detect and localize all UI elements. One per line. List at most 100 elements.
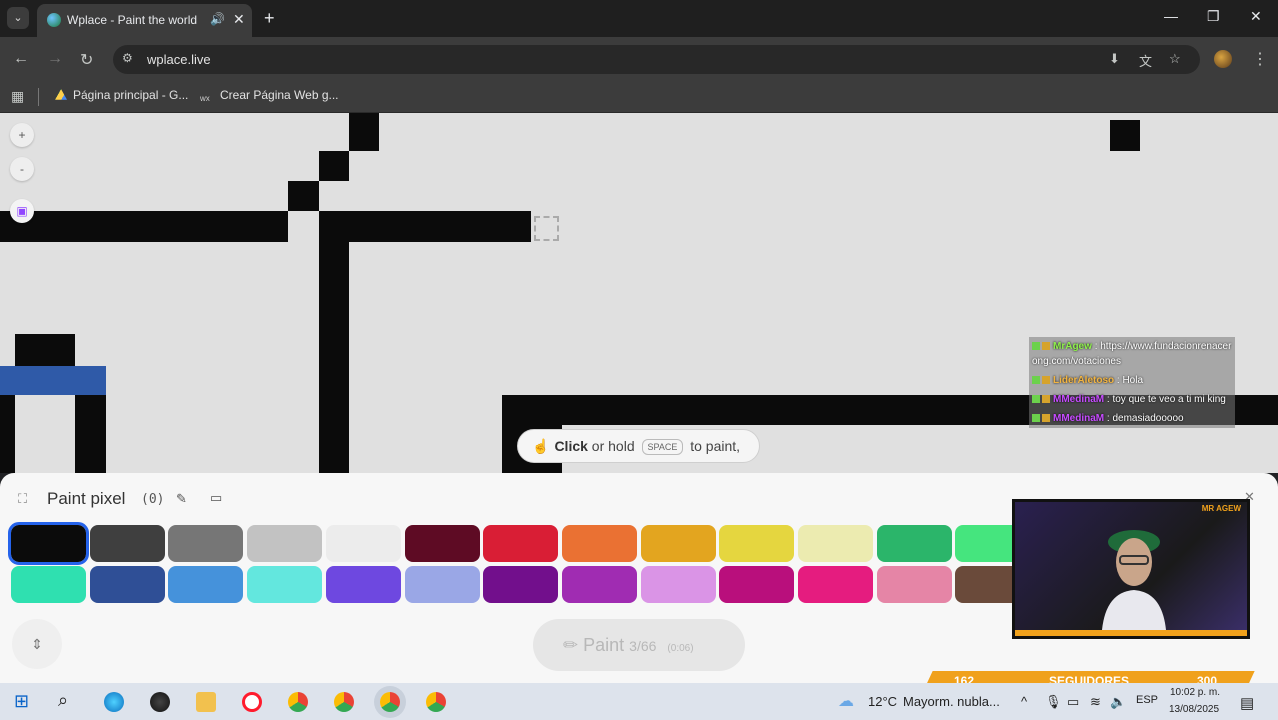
weather-desc[interactable]: Mayorm. nubla... <box>903 694 1000 709</box>
color-swatch[interactable] <box>719 566 795 603</box>
color-swatch[interactable] <box>404 566 480 603</box>
clock-date[interactable]: 13/08/2025 <box>1169 704 1219 715</box>
chat-user: MMedinaM <box>1053 413 1105 424</box>
restore-icon[interactable]: ❐ <box>1207 8 1220 25</box>
pixel-line <box>0 395 15 473</box>
wifi-icon[interactable]: ≋ <box>1090 694 1101 710</box>
bookmark-item-2[interactable]: wx Crear Página Web g... <box>200 88 339 106</box>
pixel-block <box>288 181 319 211</box>
streamer-silhouette <box>1102 530 1166 630</box>
active-tab[interactable]: Wplace - Paint the world 🔊 ✕ <box>37 4 252 37</box>
clock-time[interactable]: 10:02 p. m. <box>1170 687 1220 698</box>
hint-bold: Click <box>554 438 588 454</box>
opera-icon[interactable] <box>242 692 262 712</box>
audio-playing-icon[interactable]: 🔊 <box>210 12 225 26</box>
color-swatch[interactable] <box>798 525 873 562</box>
color-swatch[interactable] <box>325 525 401 562</box>
color-swatch[interactable] <box>483 525 559 562</box>
pixel-block <box>319 151 349 181</box>
color-swatch[interactable] <box>404 525 480 562</box>
back-icon[interactable]: ← <box>13 50 29 68</box>
kick-badge-icon <box>1032 342 1040 350</box>
pixel-line <box>319 242 349 473</box>
zoom-in-button[interactable]: + <box>10 123 34 147</box>
volume-icon[interactable]: 🔈 <box>1110 694 1126 710</box>
profile-avatar[interactable] <box>1214 50 1232 68</box>
color-swatch[interactable] <box>247 525 323 562</box>
notifications-icon[interactable]: ▤ <box>1240 694 1254 712</box>
color-swatch[interactable] <box>483 566 559 603</box>
url-text[interactable]: wplace.live <box>147 52 211 67</box>
color-swatch[interactable] <box>168 525 244 562</box>
install-app-icon[interactable]: ⬇ <box>1109 51 1120 67</box>
pixel-line <box>319 211 531 242</box>
color-swatch[interactable] <box>719 525 795 562</box>
chat-message: MMedinaM : toy que te veo a ti mi king <box>1029 390 1235 409</box>
windows-start-icon[interactable]: ⊞ <box>14 691 29 712</box>
eraser-icon[interactable]: ▭ <box>210 490 222 506</box>
color-swatch[interactable] <box>561 525 637 562</box>
file-explorer-icon[interactable] <box>196 692 216 712</box>
color-swatch[interactable] <box>876 566 952 603</box>
pixel-block <box>349 113 379 151</box>
pencil-icon[interactable]: ✎ <box>176 491 187 507</box>
paint-button[interactable]: ✏ Paint 3/66 (0:06) <box>533 619 745 671</box>
color-swatch[interactable] <box>325 566 401 603</box>
close-tab-icon[interactable]: ✕ <box>233 11 245 28</box>
chrome-icon[interactable] <box>380 692 400 712</box>
forward-icon[interactable]: → <box>47 50 63 68</box>
bookmark-star-icon[interactable]: ☆ <box>1169 51 1181 67</box>
color-swatch[interactable] <box>640 566 716 603</box>
color-swatch[interactable] <box>640 525 716 562</box>
weather-temp[interactable]: 12°C <box>868 694 897 709</box>
chat-message: LiderAletoso : Hola <box>1029 371 1235 390</box>
color-swatch[interactable] <box>247 566 323 603</box>
language-indicator[interactable]: ESP <box>1136 694 1158 706</box>
chat-text: : Hola <box>1116 375 1144 386</box>
translate-icon[interactable]: 文 <box>1139 51 1152 70</box>
panel-title: Paint pixel <box>47 489 126 508</box>
tab-search-button[interactable]: ⌄ <box>7 7 29 29</box>
kick-badge-icon <box>1032 395 1040 403</box>
browser-menu-icon[interactable]: ⋮ <box>1252 49 1268 69</box>
zoom-out-button[interactable]: - <box>10 157 34 181</box>
apps-grid-icon[interactable]: ▦ <box>11 88 24 105</box>
chrome-icon[interactable] <box>334 692 354 712</box>
navigation-bar: ← → ↻ ⚙ wplace.live ⬇ 文 ☆ <box>0 37 1278 82</box>
chrome-icon[interactable] <box>288 692 308 712</box>
chrome-icon[interactable] <box>426 692 446 712</box>
site-info-icon[interactable]: ⚙ <box>122 51 133 65</box>
edge-icon[interactable] <box>104 692 124 712</box>
color-swatch[interactable] <box>8 522 89 565</box>
battery-icon[interactable]: ▭ <box>1067 694 1079 710</box>
chevron-up-icon[interactable]: ^ <box>1021 694 1027 709</box>
expand-palette-button[interactable]: ⇕ <box>12 619 62 669</box>
color-swatch[interactable] <box>11 566 86 603</box>
bookmark-label: Crear Página Web g... <box>220 88 339 102</box>
reload-icon[interactable]: ↻ <box>80 50 93 70</box>
fullscreen-icon[interactable]: ⛶ <box>18 491 27 507</box>
chat-text: : demasiadooooo <box>1106 413 1184 424</box>
bookmark-label: Página principal - G... <box>73 88 189 102</box>
chat-text: : toy que te veo a ti mi king <box>1106 394 1226 405</box>
color-swatch[interactable] <box>798 566 873 603</box>
color-swatch[interactable] <box>89 566 165 603</box>
microphone-icon[interactable]: 🎙 <box>1045 694 1062 710</box>
twitch-icon[interactable]: ▣ <box>10 199 34 223</box>
hint-text-end: to paint, <box>690 438 741 454</box>
new-tab-icon[interactable]: + <box>264 8 275 29</box>
color-swatch[interactable] <box>89 525 165 562</box>
obs-icon[interactable] <box>150 692 170 712</box>
kick-badge-icon <box>1032 376 1040 384</box>
minimize-icon[interactable]: — <box>1164 8 1178 24</box>
charges-count: 3/66 <box>629 638 657 654</box>
webcam-overlay: MR AGEW <box>1012 499 1250 639</box>
color-swatch[interactable] <box>876 525 952 562</box>
close-window-icon[interactable]: ✕ <box>1250 8 1262 25</box>
color-swatch[interactable] <box>561 566 637 603</box>
sub-badge-icon <box>1042 342 1050 350</box>
bookmark-item-1[interactable]: Página principal - G... <box>55 88 188 102</box>
color-swatch[interactable] <box>168 566 244 603</box>
search-icon[interactable]: ⌕ <box>58 690 68 711</box>
address-bar[interactable]: ⚙ wplace.live ⬇ 文 ☆ <box>113 45 1200 74</box>
